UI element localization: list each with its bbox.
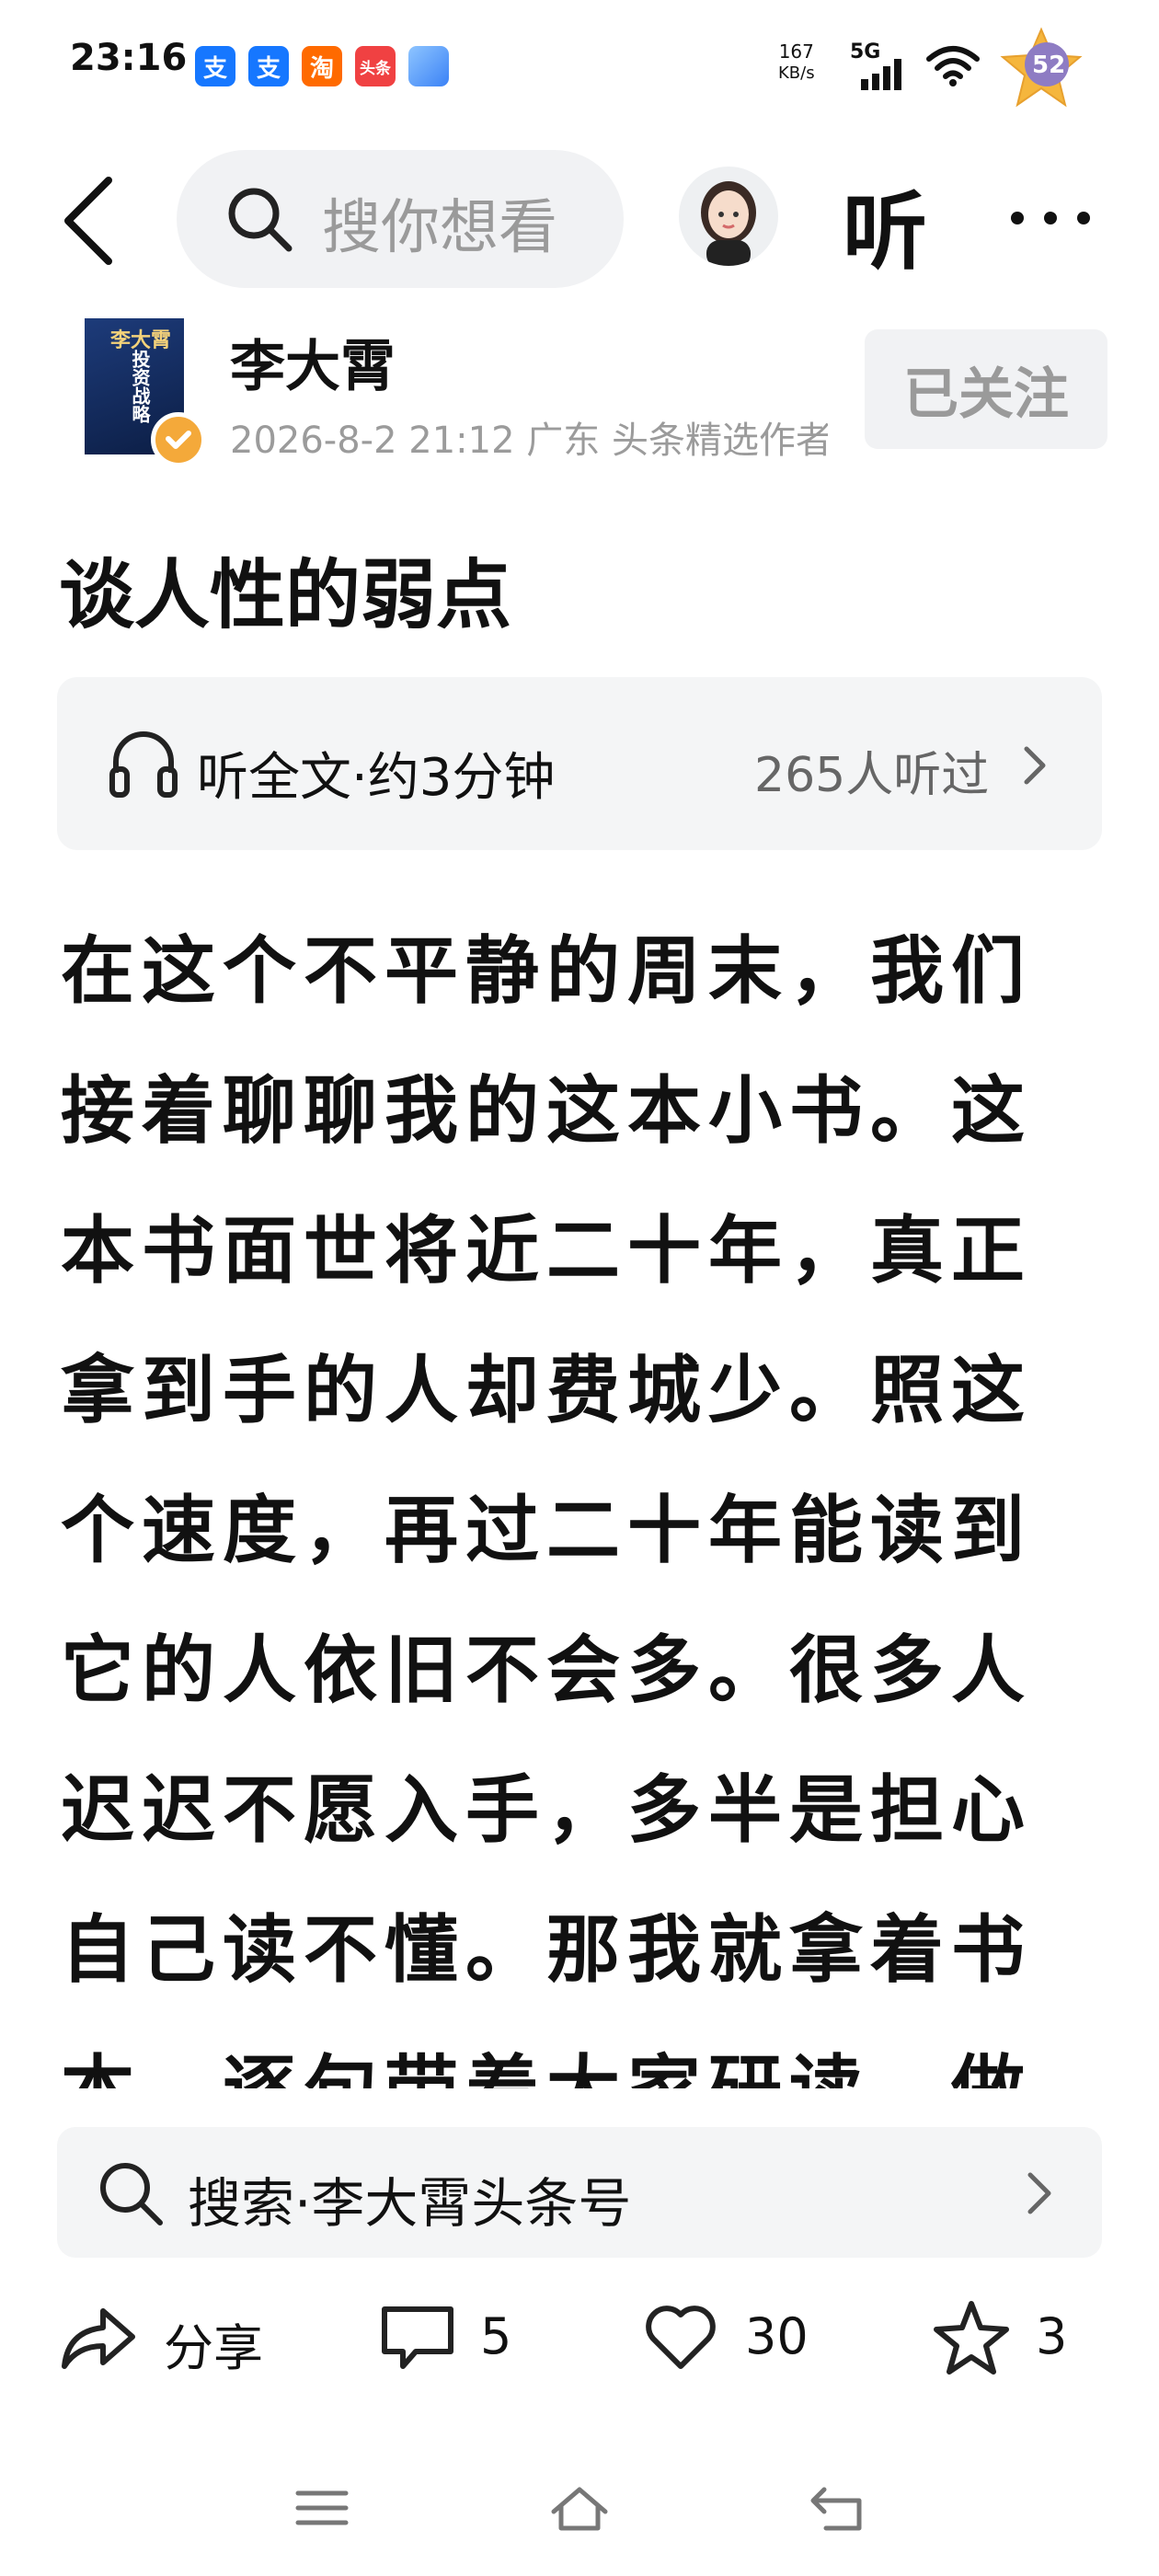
app-icon bbox=[408, 46, 449, 86]
listen-duration: 听全文·约3分钟 bbox=[197, 748, 556, 808]
chevron-right-icon bbox=[1027, 2172, 1051, 2214]
notification-badge[interactable]: 52 bbox=[999, 26, 1084, 109]
signal-icon bbox=[861, 59, 901, 90]
alipay-icon: 支 bbox=[195, 46, 235, 86]
body-line: 自己读不懂。那我就拿着书 bbox=[61, 1907, 1032, 1993]
body-line: 个速度，再过二十年能读到 bbox=[61, 1488, 1032, 1573]
body-line: 拿到手的人却费城少。照这 bbox=[61, 1348, 1032, 1433]
body-line: 接着聊聊我的这本小书。这 bbox=[61, 1068, 1032, 1154]
back-nav-icon[interactable] bbox=[804, 2480, 870, 2536]
like-count[interactable]: 30 bbox=[745, 2307, 809, 2365]
net-speed-value: 167 bbox=[778, 40, 814, 63]
favorite-count[interactable]: 3 bbox=[1036, 2307, 1067, 2365]
search-input[interactable]: 搜你想看 bbox=[322, 180, 563, 265]
share-label[interactable]: 分享 bbox=[164, 2307, 263, 2380]
search-suggestion-text[interactable]: 搜索·李大霄头条号 bbox=[188, 2160, 631, 2237]
author-name[interactable]: 李大霄 bbox=[230, 322, 396, 402]
net-speed: 167 KB/s bbox=[778, 40, 815, 85]
net-speed-unit: KB/s bbox=[778, 63, 815, 83]
article-body: 在这个不平静的周末，我们 接着聊聊我的这本小书。这 本书面世将近二十年，真正 拿… bbox=[61, 902, 1109, 2088]
chevron-right-icon bbox=[1024, 746, 1046, 785]
follow-button[interactable]: 已关注 bbox=[865, 329, 1107, 449]
listen-count: 265人听过 bbox=[754, 748, 990, 803]
like-heart-icon[interactable] bbox=[642, 2298, 719, 2375]
headphone-icon bbox=[109, 731, 178, 798]
favorite-star-icon[interactable] bbox=[933, 2298, 1010, 2375]
home-icon[interactable] bbox=[546, 2480, 613, 2536]
badge-count: 52 bbox=[1032, 52, 1066, 79]
back-arrow-icon[interactable] bbox=[59, 175, 118, 267]
body-line: 迟迟不愿入手，多半是担心 bbox=[61, 1767, 1032, 1853]
article-title: 谈人性的弱点 bbox=[59, 552, 512, 639]
menu-icon[interactable] bbox=[289, 2480, 355, 2536]
alipay-icon: 支 bbox=[248, 46, 289, 86]
author-meta: 2026-8-2 21:12 广东 头条精选作者 bbox=[230, 420, 828, 462]
toutiao-icon: 头条 bbox=[355, 46, 396, 86]
avatar[interactable] bbox=[679, 167, 778, 266]
comment-count[interactable]: 5 bbox=[480, 2307, 511, 2365]
search-icon bbox=[100, 2163, 163, 2225]
share-icon[interactable] bbox=[59, 2298, 136, 2375]
book-cover-subtitle: 投资战略 bbox=[129, 350, 151, 423]
narrator-avatar-icon bbox=[701, 181, 756, 266]
verified-badge-icon bbox=[151, 412, 206, 467]
listen-button[interactable]: 听 bbox=[843, 164, 927, 286]
taobao-icon: 淘 bbox=[302, 46, 342, 86]
search-icon bbox=[228, 188, 293, 252]
wifi-icon bbox=[926, 46, 980, 86]
status-time: 23:16 bbox=[70, 37, 188, 79]
body-line: 本，逐句带着大家研读，做 bbox=[61, 2020, 1109, 2088]
body-line: 它的人依旧不会多。很多人 bbox=[61, 1627, 1032, 1713]
body-line: 在这个不平静的周末，我们 bbox=[61, 928, 1032, 1014]
comment-icon[interactable] bbox=[379, 2298, 456, 2375]
body-line: 本书面世将近二十年，真正 bbox=[61, 1208, 1032, 1294]
more-icon[interactable] bbox=[1006, 204, 1095, 232]
